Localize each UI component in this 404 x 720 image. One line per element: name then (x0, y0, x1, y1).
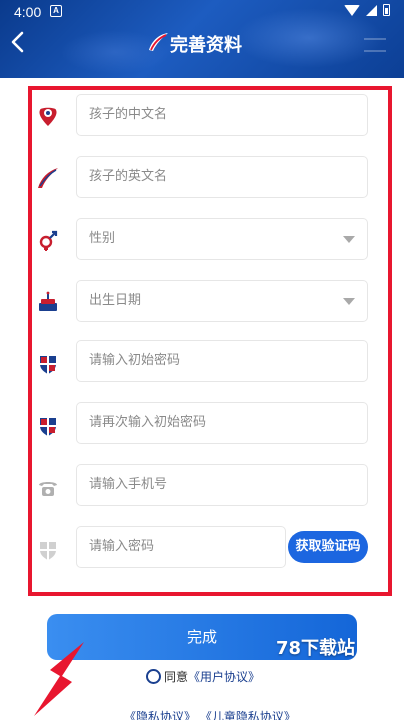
gender-icon (39, 230, 58, 251)
status-icons (344, 4, 390, 16)
signal-icon (366, 4, 377, 16)
agreement-radio[interactable] (146, 669, 161, 684)
privacy-policy-link[interactable]: 《隐私协议》 (124, 710, 196, 720)
child-privacy-policy-link[interactable]: 《儿童隐私协议》 (200, 710, 296, 720)
chevron-down-icon (343, 298, 355, 305)
wifi-icon (344, 4, 360, 16)
gender-select[interactable]: 性别 (76, 218, 368, 260)
chevron-down-icon (343, 236, 355, 243)
password-input[interactable]: 请输入密码 (76, 526, 286, 568)
red-arrow-icon (34, 642, 84, 716)
notification-icon: A (50, 5, 62, 17)
user-agreement-link[interactable]: 《用户协议》 (188, 668, 260, 685)
app-logo-icon (149, 33, 168, 51)
header-grid-decoration (364, 38, 386, 52)
initial-password-input[interactable]: 请输入初始密码 (76, 340, 368, 382)
english-name-input[interactable]: 孩子的英文名 (76, 156, 368, 198)
english-name-icon (38, 168, 58, 188)
chinese-name-icon (39, 107, 57, 126)
shield-icon (40, 542, 56, 560)
app-header: 4:00 A 完善资料 (0, 0, 404, 78)
battery-icon (383, 4, 390, 16)
shield-icon (40, 418, 56, 436)
agreement-row: 同意 《用户协议》 (146, 668, 260, 685)
birthday-select-value: 出生日期 (89, 293, 142, 308)
agreement-prefix: 同意 (164, 670, 189, 684)
shield-icon (40, 356, 56, 374)
confirm-password-input[interactable]: 请再次输入初始密码 (76, 402, 368, 444)
phone-input[interactable]: 请输入手机号 (76, 464, 368, 506)
status-bar: 4:00 A (0, 0, 404, 24)
phone-icon (39, 482, 57, 496)
page-title: 完善资料 (170, 35, 242, 56)
status-time: 4:00 (14, 4, 42, 20)
watermark: 78下载站 (276, 638, 356, 659)
gender-select-value: 性别 (89, 231, 116, 246)
back-arrow-icon[interactable] (8, 30, 28, 54)
get-verification-code-button[interactable]: 获取验证码 (288, 531, 368, 563)
chinese-name-input[interactable]: 孩子的中文名 (76, 94, 368, 136)
birthday-select[interactable]: 出生日期 (76, 280, 368, 322)
birthday-cake-icon (39, 291, 57, 311)
policy-links: 《隐私协议》 《儿童隐私协议》 (124, 708, 296, 720)
